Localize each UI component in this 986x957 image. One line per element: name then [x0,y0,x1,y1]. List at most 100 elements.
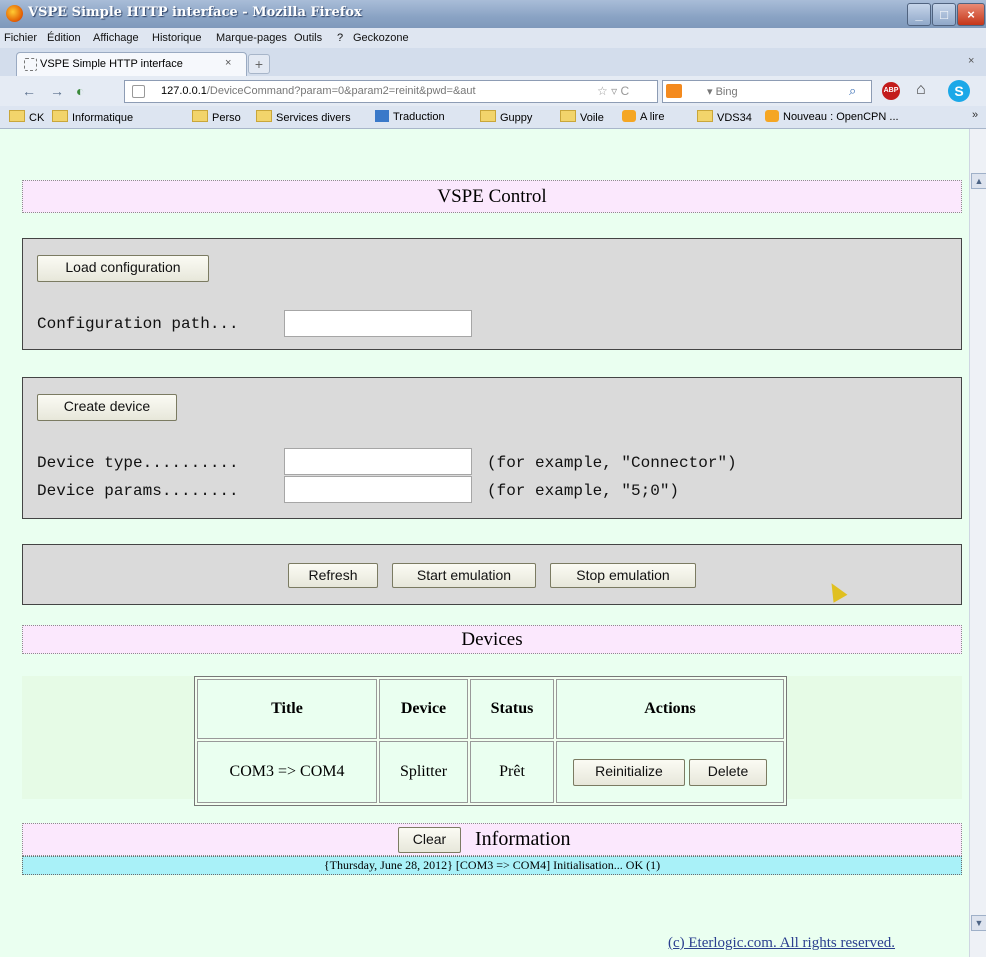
forward-icon[interactable]: → [50,83,64,99]
config-path-label: Configuration path... [37,315,239,333]
menu-outils[interactable]: Outils [294,32,322,44]
tab-label: VSPE Simple HTTP interface [40,58,183,70]
col-title: Title [197,679,377,739]
folder-icon [192,110,208,122]
menu-bar: Fichier Édition Affichage Historique Mar… [0,28,986,48]
back-icon[interactable]: ← [22,83,36,99]
load-config-section: Load configuration Configuration path... [22,238,962,350]
search-engine-label: ▾ Bing [707,86,738,98]
devices-table-header: Title Device Status Actions [197,679,784,739]
device-type-input[interactable] [284,448,472,475]
scroll-up-icon[interactable]: ▲ [971,173,986,189]
information-log: {Thursday, June 28, 2012} [COM3 => COM4]… [22,856,962,875]
bookmark-a-lire[interactable]: A lire [622,110,664,123]
information-title: Information [475,828,571,850]
device-title-cell: COM3 => COM4 [197,741,377,803]
devices-title: Devices [22,625,962,654]
translate-icon [375,110,389,122]
menu-fichier[interactable]: Fichier [4,32,37,44]
refresh-button[interactable]: Refresh [288,563,378,588]
clear-button[interactable]: Clear [398,827,461,853]
bookmark-guppy[interactable]: Guppy [480,110,532,124]
device-params-label: Device params........ [37,482,239,500]
site-identity-icon [132,85,145,98]
skype-icon[interactable]: S [948,80,970,102]
close-window-button[interactable]: × [957,3,985,26]
menu-help[interactable]: ? [337,32,343,44]
bookmark-vds34[interactable]: VDS34 [697,110,752,124]
folder-icon [480,110,496,122]
firefox-icon [6,5,23,22]
device-actions-cell: Reinitialize Delete [556,741,784,803]
tab-vspe[interactable]: VSPE Simple HTTP interface × [16,52,247,76]
bookmark-traduction[interactable]: Traduction [375,110,445,123]
bookmarks-toolbar: CK Informatique Perso Services divers Tr… [0,106,986,129]
bookmark-informatique[interactable]: Informatique [52,110,133,124]
minimize-button[interactable]: _ [907,3,931,26]
window-title: VSPE Simple HTTP interface - Mozilla Fir… [28,5,362,20]
config-path-input[interactable] [284,310,472,337]
bing-icon[interactable] [666,84,682,98]
emulation-controls-section: Refresh Start emulation Stop emulation [22,544,962,605]
new-tab-button[interactable]: + [248,54,270,74]
adblock-icon[interactable]: ABP [882,82,900,100]
home-icon[interactable]: ⌂ [916,81,926,99]
devices-table: Title Device Status Actions COM3 => COM4… [194,676,787,806]
bookmark-voile[interactable]: Voile [560,110,604,124]
col-status: Status [470,679,554,739]
bookmark-services-divers[interactable]: Services divers [256,110,351,124]
history-icon[interactable]: ◐ [76,83,84,99]
device-type-hint: (for example, "Connector") [487,454,737,472]
col-device: Device [379,679,468,739]
tab-close-icon[interactable]: × [225,57,231,69]
page-viewport: VSPE Control Load configuration Configur… [0,129,986,957]
col-actions: Actions [556,679,784,739]
bookmarks-overflow-icon[interactable]: » [972,109,978,121]
delete-button[interactable]: Delete [689,758,767,786]
start-emulation-button[interactable]: Start emulation [392,563,536,588]
load-configuration-button[interactable]: Load configuration [37,255,209,282]
window-title-bar: VSPE Simple HTTP interface - Mozilla Fir… [0,0,986,28]
vertical-scrollbar[interactable]: ▲ ▼ [969,129,986,957]
close-tab-icon[interactable]: × [968,55,974,67]
menu-affichage[interactable]: Affichage [93,32,139,44]
menu-edition[interactable]: Édition [47,32,81,44]
folder-icon [256,110,272,122]
search-icon[interactable]: ⌕ [849,83,856,99]
navigation-bar: ← → ◐ 127.0.0.1/DeviceCommand?param=0&pa… [0,76,986,106]
device-params-hint: (for example, "5;0") [487,482,680,500]
stop-emulation-button[interactable]: Stop emulation [550,563,696,588]
menu-marque-pages[interactable]: Marque-pages [216,32,287,44]
device-params-input[interactable] [284,476,472,503]
menu-geckozone[interactable]: Geckozone [353,32,409,44]
device-type-cell: Splitter [379,741,468,803]
table-row: COM3 => COM4 Splitter Prêt Reinitialize … [197,741,784,803]
url-text[interactable]: 127.0.0.1/DeviceCommand?param=0&param2=r… [161,85,476,97]
bookmark-opencpn[interactable]: Nouveau : OpenCPN ... [765,110,899,123]
device-status-cell: Prêt [470,741,554,803]
maximize-button[interactable]: □ [932,3,956,26]
reinitialize-button[interactable]: Reinitialize [573,758,685,786]
feed-icon [765,110,779,122]
information-header: Clear Information [22,823,962,856]
search-box[interactable]: ▾ Bing ⌕ [662,80,872,103]
create-device-section: Create device Device type.......... (for… [22,377,962,519]
folder-icon [697,110,713,122]
vspe-page: VSPE Control Load configuration Configur… [0,129,969,957]
bookmark-ck[interactable]: CK [9,110,44,124]
feed-icon [622,110,636,122]
url-bar[interactable]: 127.0.0.1/DeviceCommand?param=0&param2=r… [124,80,658,103]
tab-bar: VSPE Simple HTTP interface × + × [0,48,986,76]
bookmark-perso[interactable]: Perso [192,110,241,124]
copyright-link[interactable]: (c) Eterlogic.com. All rights reserved. [668,935,895,952]
folder-icon [9,110,25,122]
create-device-button[interactable]: Create device [37,394,177,421]
page-title: VSPE Control [22,180,962,213]
menu-historique[interactable]: Historique [152,32,202,44]
page-favicon-icon [24,58,37,71]
folder-icon [52,110,68,122]
folder-icon [560,110,576,122]
bookmark-star-reload-icons[interactable]: ☆ ▿ C [597,84,629,98]
scroll-down-icon[interactable]: ▼ [971,915,986,931]
device-type-label: Device type.......... [37,454,239,472]
